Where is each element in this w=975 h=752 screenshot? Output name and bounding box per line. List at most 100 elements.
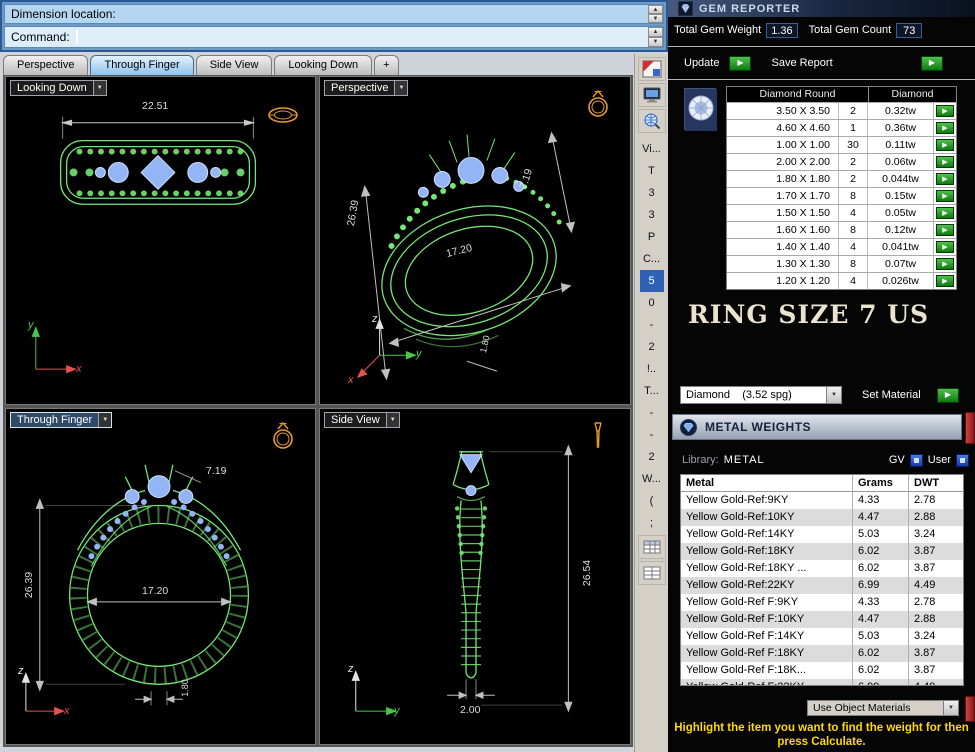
update-button[interactable]: ▶ [729,56,751,71]
viewport-title-dropdown[interactable]: Through Finger ▼ [10,412,112,428]
scroll-up-icon[interactable]: ▲ [648,27,663,37]
command-history-scroll[interactable]: ▲▼ [648,5,663,23]
gem-table-row[interactable]: 4.60 X 4.6010.36tw▶ [727,119,956,136]
metal-table-row[interactable]: Yellow Gold-Ref F:9KY4.332.78 [681,594,963,611]
sidebar-item-2[interactable]: 3 [635,182,668,204]
gem-table-row[interactable]: 1.60 X 1.6080.12tw▶ [727,221,956,238]
display-icon[interactable] [638,83,666,107]
metal-dwt-cell: 3.87 [909,560,959,577]
command-prompt-scroll[interactable]: ▲▼ [648,27,663,47]
gem-row-go-button[interactable]: ▶ [936,207,954,219]
metal-name-cell: Yellow Gold-Ref:14KY [681,526,853,543]
gem-table-row[interactable]: 1.70 X 1.7080.15tw▶ [727,187,956,204]
metal-table-row[interactable]: Yellow Gold-Ref:14KY5.033.24 [681,526,963,543]
metal-table-row[interactable]: Yellow Gold-Ref:18KY6.023.87 [681,543,963,560]
gv-button[interactable] [910,454,923,467]
sidebar-item-4[interactable]: P [635,226,668,248]
tab-side-view[interactable]: Side View [196,55,273,75]
gem-table-row[interactable]: 1.80 X 1.8020.044tw▶ [727,170,956,187]
gem-table-row[interactable]: 1.30 X 1.3080.07tw▶ [727,255,956,272]
save-report-button[interactable]: ▶ [921,56,943,71]
gem-weight-cell: 0.041tw [868,239,934,255]
sidebar-item-14[interactable]: 2 [635,446,668,468]
gem-table-row[interactable]: 3.50 X 3.5020.32tw▶ [727,102,956,119]
tab-through-finger[interactable]: Through Finger [90,55,193,75]
sidebar-item-12[interactable]: - [635,402,668,424]
sidebar-item-3[interactable]: 3 [635,204,668,226]
sidebar-item-0[interactable]: Vi... [635,138,668,160]
gem-table-row[interactable]: 1.20 X 1.2040.026tw▶ [727,272,956,289]
tab-add-view[interactable]: + [374,55,398,75]
gem-row-go-button[interactable]: ▶ [936,173,954,185]
panel-grip-2[interactable] [965,696,975,722]
axis-label-x: x [76,363,82,375]
tab-looking-down[interactable]: Looking Down [274,55,372,75]
viewport-looking-down[interactable]: Looking Down ▼ 22.51 y x [5,76,316,405]
metal-table-row[interactable]: Yellow Gold-Ref:10KY4.472.88 [681,509,963,526]
viewport-title-dropdown[interactable]: Perspective ▼ [324,80,408,96]
dimension-label: 2.00 [460,704,480,716]
gem-row-go-button[interactable]: ▶ [936,258,954,270]
command-prompt-label: Command: [11,30,70,44]
sidebar-item-9[interactable]: 2 [635,336,668,358]
user-button[interactable] [956,454,969,467]
metal-table-row[interactable]: Yellow Gold-Ref:18KY ...6.023.87 [681,560,963,577]
viewport-through-finger[interactable]: Through Finger ▼ 7.19 26.39 17.20 1.80 z… [5,408,316,745]
sidebar-item-5[interactable]: C... [635,248,668,270]
metal-table-row[interactable]: Yellow Gold-Ref F:18KY6.023.87 [681,645,963,662]
metal-table-row[interactable]: Yellow Gold-Ref:22KY6.994.49 [681,577,963,594]
metal-grams-cell: 6.02 [853,560,909,577]
metal-table-row[interactable]: Yellow Gold-Ref F:18K...6.023.87 [681,662,963,679]
gem-table-row[interactable]: 2.00 X 2.0020.06tw▶ [727,153,956,170]
sidebar-item-10[interactable]: !.. [635,358,668,380]
library-value: METAL [724,454,765,466]
metal-name-cell: Yellow Gold-Ref F:10KY [681,611,853,628]
metal-table-row[interactable]: Yellow Gold-Ref F:10KY4.472.88 [681,611,963,628]
scroll-down-icon[interactable]: ▼ [648,37,663,47]
grid-icon[interactable] [638,535,666,559]
total-count-value: 73 [896,23,922,38]
viewport-title-dropdown[interactable]: Looking Down ▼ [10,80,107,96]
gem-row-go-button[interactable]: ▶ [936,156,954,168]
metal-table-row[interactable]: Yellow Gold-Ref F:14KY5.033.24 [681,628,963,645]
scroll-down-icon[interactable]: ▼ [648,14,663,23]
web-search-icon[interactable] [638,109,666,133]
sidebar-item-7[interactable]: 0 [635,292,668,314]
material-dropdown[interactable]: Diamond (3.52 spg) ▼ [680,386,842,404]
sidebar-item-17[interactable]: ; [635,512,668,534]
viewport-layout-icon[interactable] [638,57,666,81]
gem-row-go-button[interactable]: ▶ [936,122,954,134]
sidebar-item-8[interactable]: - [635,314,668,336]
sidebar-item-6[interactable]: 5 [640,270,664,292]
use-object-materials-dropdown[interactable]: Use Object Materials ▼ [807,700,959,716]
gem-row-go-button[interactable]: ▶ [936,105,954,117]
panel-title: GEM REPORTER [699,3,800,15]
gem-row-go-button[interactable]: ▶ [936,190,954,202]
gem-table-row[interactable]: 1.40 X 1.4040.041tw▶ [727,238,956,255]
sidebar-item-11[interactable]: T... [635,380,668,402]
gem-row-go-button[interactable]: ▶ [936,139,954,151]
gem-table-row[interactable]: 1.00 X 1.00300.11tw▶ [727,136,956,153]
metal-table-row[interactable]: Yellow Gold-Ref:9KY4.332.78 [681,492,963,509]
viewport-perspective[interactable]: Perspective ▼ 26.39 7.19 17.20 1.80 z y … [319,76,631,405]
gem-arrow-cell: ▶ [934,222,956,238]
scroll-up-icon[interactable]: ▲ [648,5,663,14]
chevron-down-icon: ▼ [394,81,407,95]
metal-dwt-cell: 2.88 [909,611,959,628]
grid-icon-2[interactable] [638,561,666,585]
viewport-side-view[interactable]: Side View ▼ 26.54 2.00 z y [319,408,631,745]
sidebar-item-15[interactable]: W... [635,468,668,490]
gem-row-go-button[interactable]: ▶ [936,224,954,236]
sidebar-item-1[interactable]: T [635,160,668,182]
sidebar-item-16[interactable]: ( [635,490,668,512]
gem-row-go-button[interactable]: ▶ [936,275,954,287]
metal-table-row[interactable]: Yellow Gold-Ref F:22KY6.994.49 [681,679,963,686]
sidebar-item-13[interactable]: - [635,424,668,446]
viewport-title-dropdown[interactable]: Side View ▼ [324,412,400,428]
tab-perspective[interactable]: Perspective [3,55,88,75]
command-input[interactable] [78,27,663,47]
gem-row-go-button[interactable]: ▶ [936,241,954,253]
gem-table-row[interactable]: 1.50 X 1.5040.05tw▶ [727,204,956,221]
panel-grip[interactable] [965,412,975,444]
set-material-button[interactable]: ▶ [937,388,959,403]
